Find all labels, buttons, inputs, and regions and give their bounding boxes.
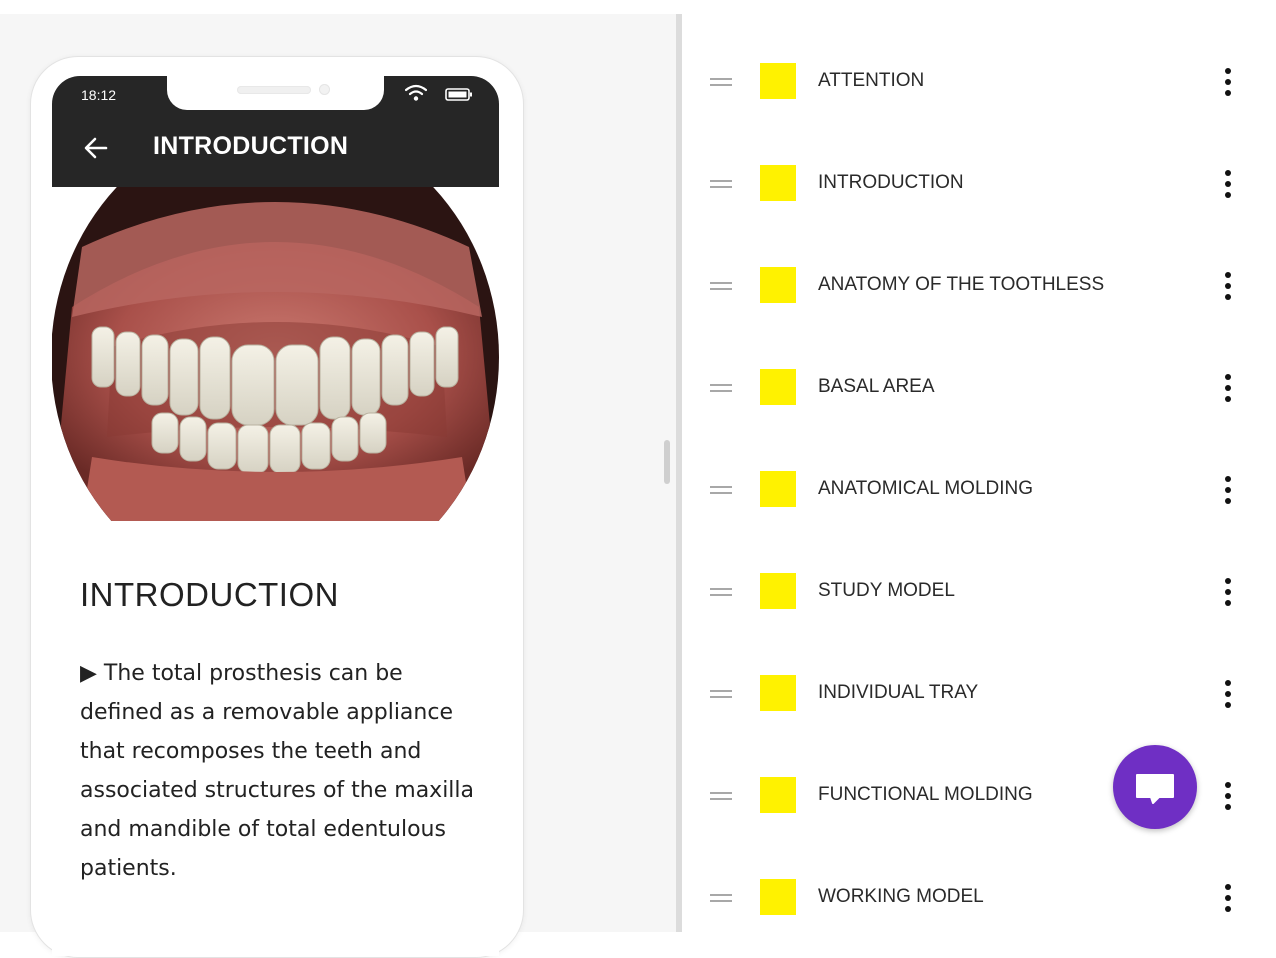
more-vertical-icon[interactable] (1223, 272, 1233, 300)
back-arrow-icon[interactable] (82, 134, 110, 162)
front-camera (319, 84, 330, 95)
list-item[interactable]: ANATOMY OF THE TOOTHLESS (682, 234, 1276, 337)
list-item-label: INDIVIDUAL TRAY (818, 682, 979, 703)
more-vertical-icon[interactable] (1223, 476, 1233, 504)
list-item-label: BASAL AREA (818, 376, 935, 397)
app-bar: INTRODUCTION (52, 116, 499, 187)
drag-handle-icon[interactable] (710, 486, 732, 494)
more-vertical-icon[interactable] (1223, 374, 1233, 402)
drag-handle-icon[interactable] (710, 792, 732, 800)
top-strip (0, 0, 676, 14)
list-item[interactable]: WORKING MODEL (682, 846, 1276, 932)
section-heading: INTRODUCTION (80, 576, 339, 613)
phone-fade (52, 895, 499, 932)
drag-handle-icon[interactable] (710, 894, 732, 902)
list-item[interactable]: STUDY MODEL (682, 540, 1276, 643)
drag-handle-icon[interactable] (710, 588, 732, 596)
color-swatch (760, 675, 796, 711)
status-time: 18:12 (81, 87, 117, 103)
drag-handle-icon[interactable] (710, 282, 732, 290)
list-item-label: INTRODUCTION (818, 172, 964, 193)
splitter-handle[interactable] (664, 440, 670, 484)
color-swatch (760, 369, 796, 405)
drag-handle-icon[interactable] (710, 384, 732, 392)
chat-icon (1136, 774, 1174, 804)
more-vertical-icon[interactable] (1223, 578, 1233, 606)
list-item-label: ANATOMICAL MOLDING (818, 478, 1034, 499)
more-vertical-icon[interactable] (1223, 884, 1233, 912)
color-swatch (760, 63, 796, 99)
app-bar-title: INTRODUCTION (153, 132, 349, 160)
dentures-image (52, 187, 499, 521)
battery-icon (445, 88, 472, 101)
drag-handle-icon[interactable] (710, 180, 732, 188)
preview-pane: 18:12 INTRODUCTION INTRODUCTION ▶ The to… (0, 0, 676, 958)
speaker-grille (237, 86, 311, 94)
drag-handle-icon[interactable] (710, 690, 732, 698)
chat-button[interactable] (1113, 745, 1197, 829)
list-item-label: ATTENTION (818, 70, 925, 91)
body-paragraph: ▶ The total prosthesis can be defined as… (80, 661, 475, 881)
more-vertical-icon[interactable] (1223, 680, 1233, 708)
list-item[interactable]: BASAL AREA (682, 336, 1276, 439)
phone-screen: 18:12 INTRODUCTION INTRODUCTION ▶ The to… (52, 76, 499, 956)
drag-handle-icon[interactable] (710, 78, 732, 86)
color-swatch (760, 267, 796, 303)
list-item[interactable]: ANATOMICAL MOLDING (682, 438, 1276, 541)
color-swatch (760, 471, 796, 507)
list-item[interactable]: INDIVIDUAL TRAY (682, 642, 1276, 745)
more-vertical-icon[interactable] (1223, 782, 1233, 810)
more-vertical-icon[interactable] (1223, 68, 1233, 96)
wifi-icon (405, 84, 427, 101)
color-swatch (760, 879, 796, 915)
more-vertical-icon[interactable] (1223, 170, 1233, 198)
list-item-label: STUDY MODEL (818, 580, 955, 601)
list-item-label: FUNCTIONAL MOLDING (818, 784, 1033, 805)
color-swatch (760, 573, 796, 609)
list-item[interactable]: ATTENTION (682, 30, 1276, 133)
list-item-label: ANATOMY OF THE TOOTHLESS (818, 274, 1105, 295)
color-swatch (760, 165, 796, 201)
list-item-label: WORKING MODEL (818, 886, 984, 907)
phone-notch (167, 76, 384, 110)
color-swatch (760, 777, 796, 813)
list-item[interactable]: INTRODUCTION (682, 132, 1276, 235)
status-bar: 18:12 (52, 76, 499, 116)
